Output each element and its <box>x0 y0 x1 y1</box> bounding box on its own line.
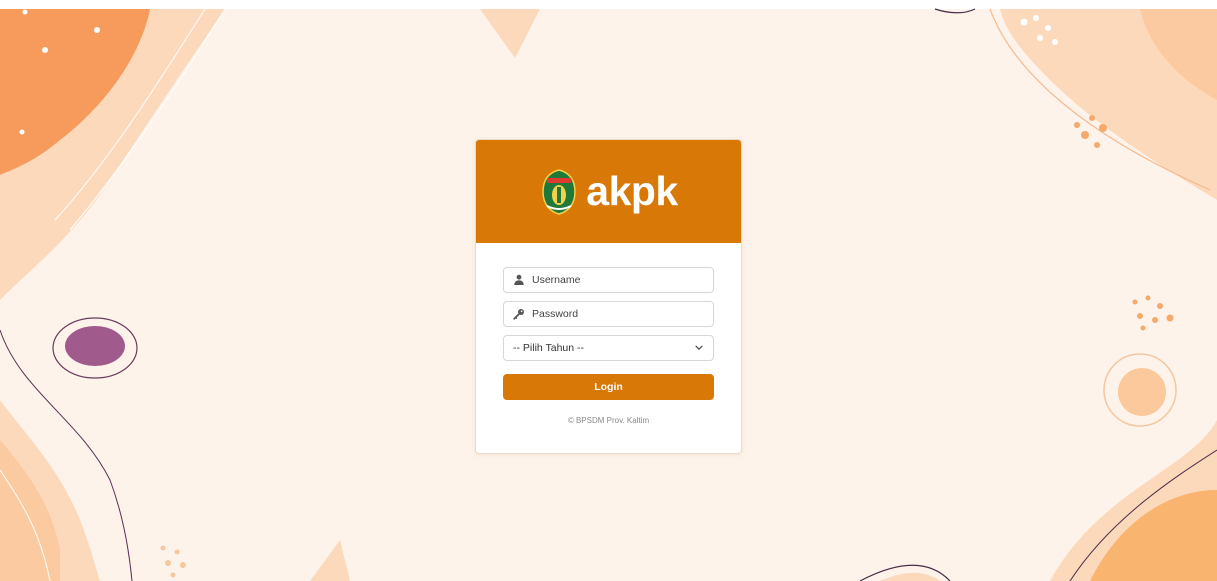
user-icon <box>514 274 524 285</box>
footer-copyright: © BPSDM Prov. Kaltim <box>567 416 650 425</box>
password-input[interactable] <box>504 302 713 326</box>
brand: akpk <box>539 168 678 216</box>
chevron-down-icon <box>695 345 703 350</box>
login-card-header: akpk <box>476 140 741 243</box>
login-button[interactable]: Login <box>503 374 714 400</box>
username-field <box>503 267 714 293</box>
username-input[interactable] <box>504 268 713 292</box>
login-card: akpk -- Pilih Tahun -- Log <box>475 139 742 454</box>
key-icon <box>513 309 524 320</box>
login-form: -- Pilih Tahun -- Login © BPSDM Prov. Ka… <box>476 243 741 425</box>
year-select[interactable]: -- Pilih Tahun -- <box>503 335 714 361</box>
brand-name: akpk <box>586 168 678 214</box>
kaltim-emblem-icon <box>542 168 577 215</box>
password-field <box>503 301 714 327</box>
year-select-value: -- Pilih Tahun -- <box>513 342 584 354</box>
